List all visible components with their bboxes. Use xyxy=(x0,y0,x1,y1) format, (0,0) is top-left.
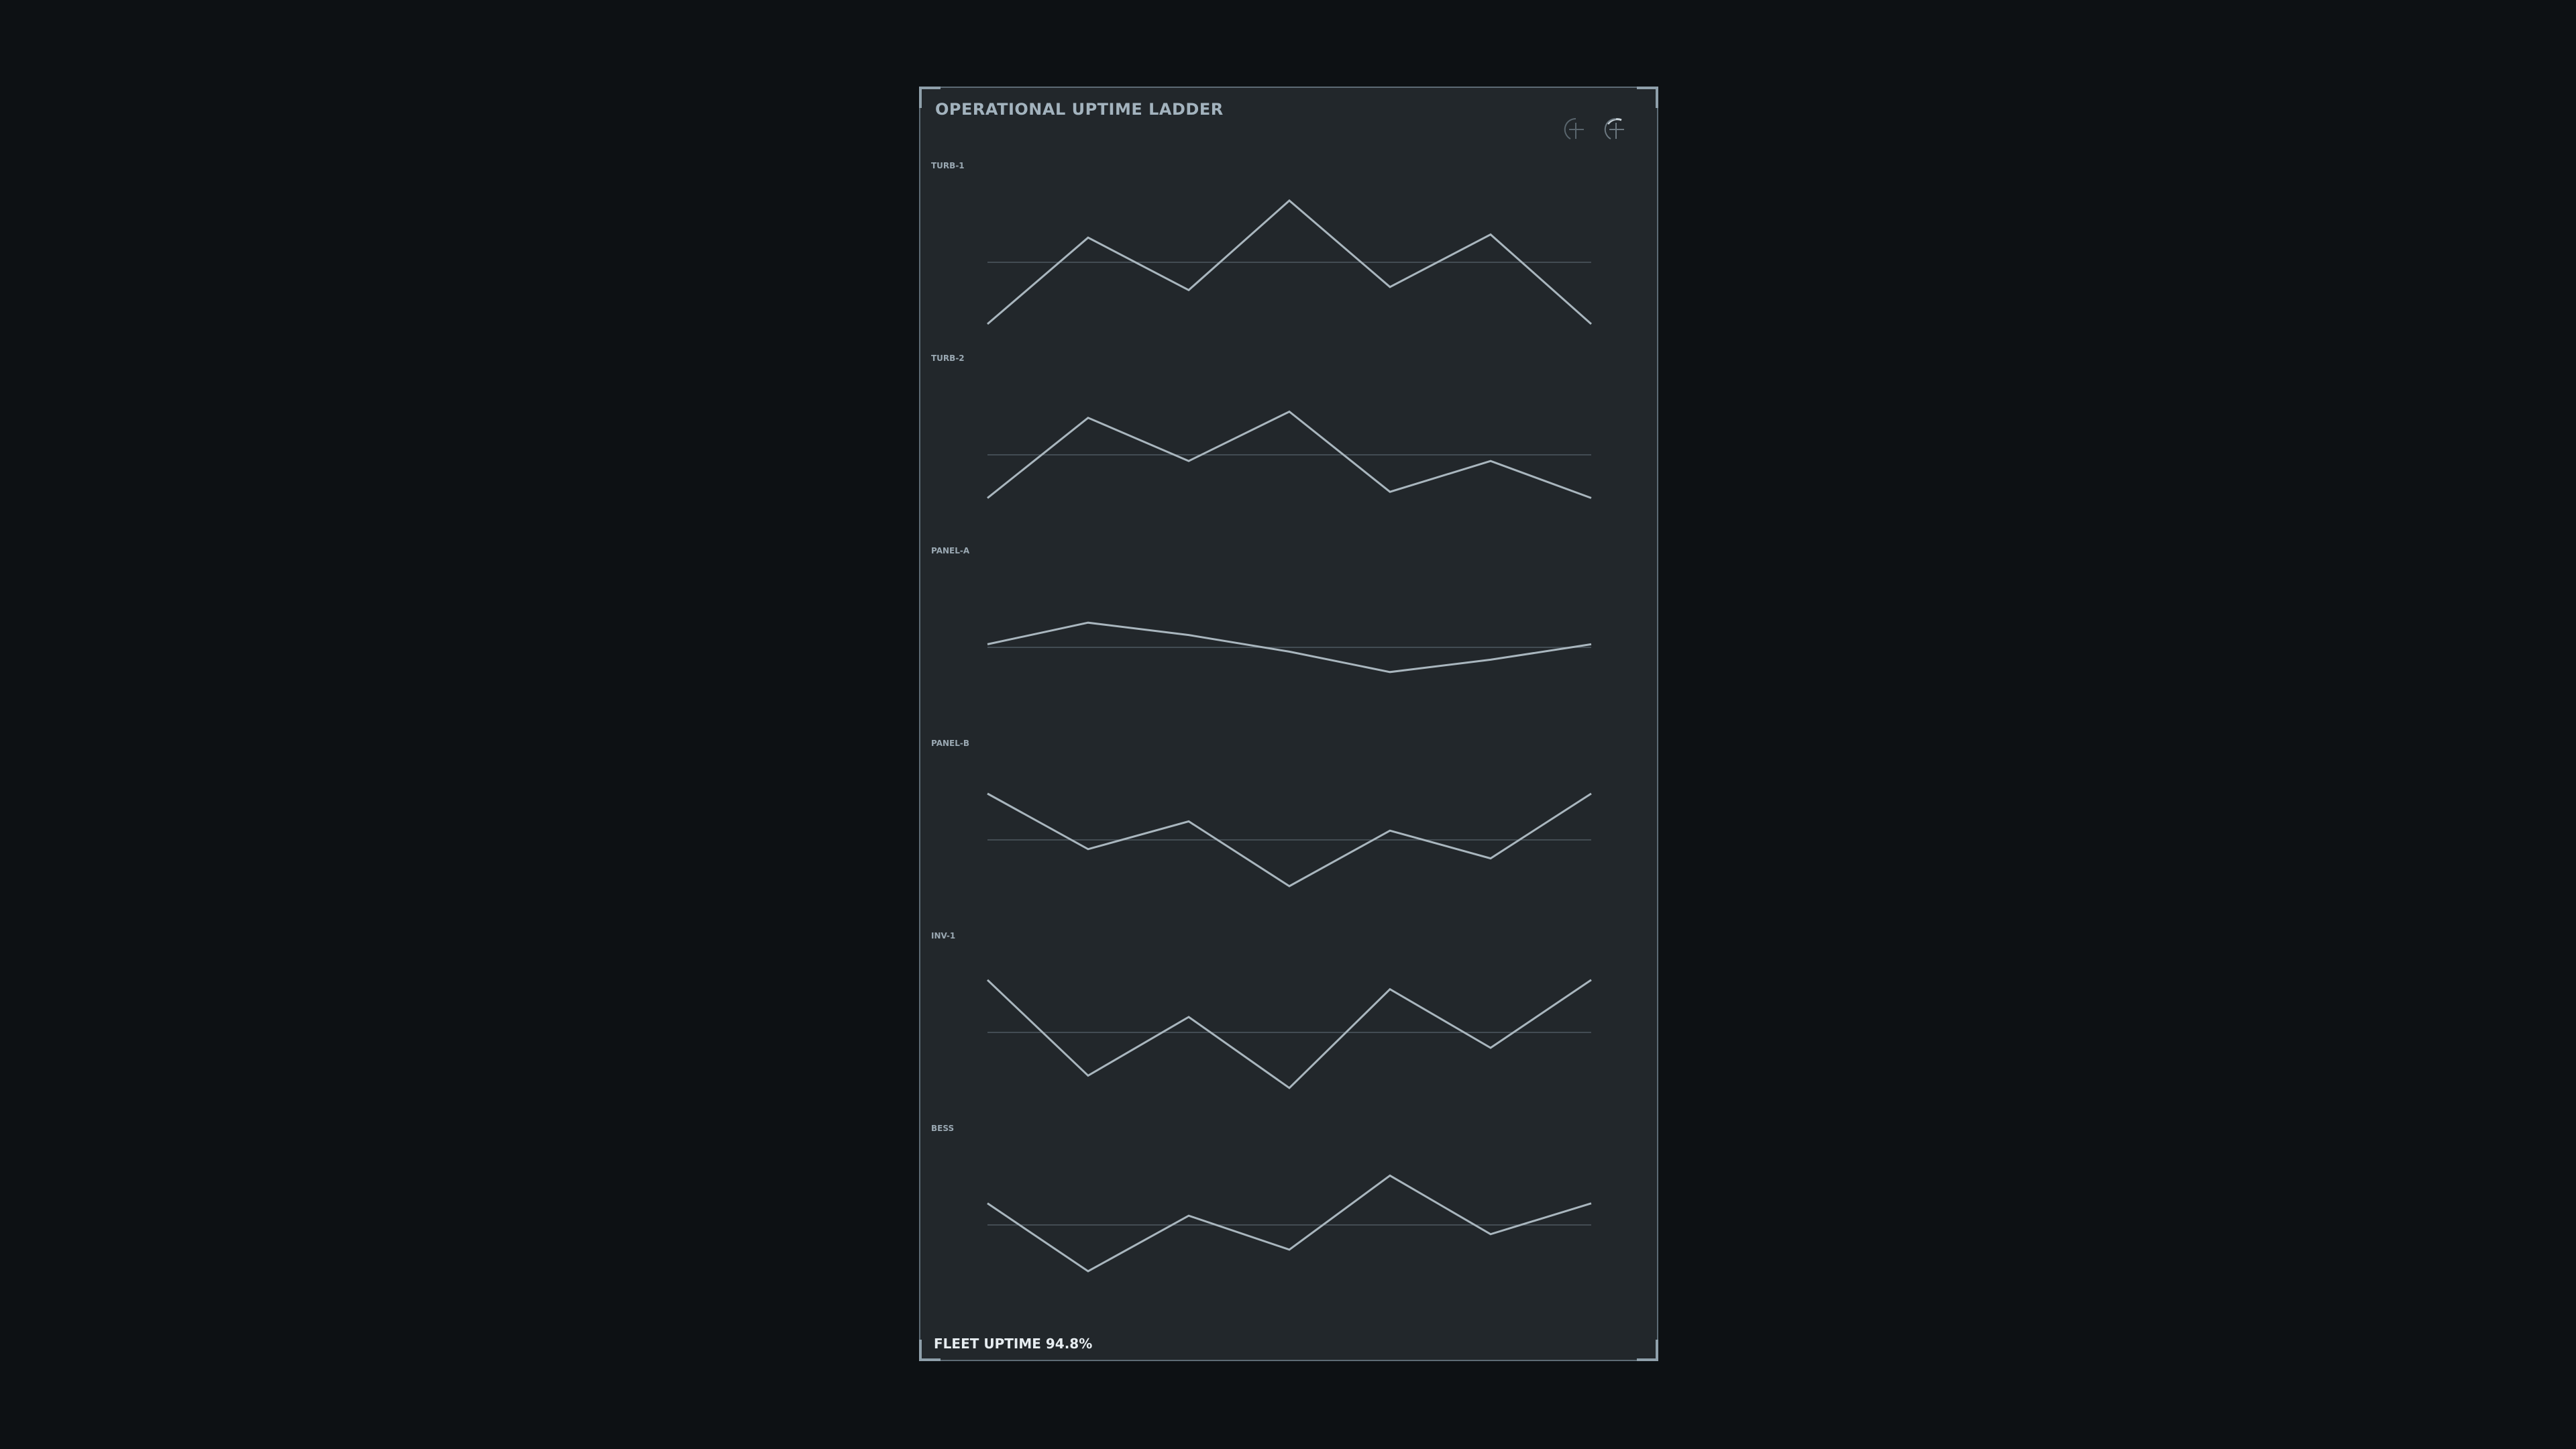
fleet-uptime-value: 94.8% xyxy=(1045,1336,1093,1352)
row-label-turb-1: TURB-1 xyxy=(931,161,965,170)
series-line-bess xyxy=(987,1174,1592,1273)
row-label-panel-b: PANEL-B xyxy=(931,739,969,748)
fleet-uptime-footer: FLEET UPTIME 94.8% xyxy=(934,1336,1092,1352)
corner-bracket-bottom-right xyxy=(1637,1340,1658,1361)
series-line-inv-1 xyxy=(986,979,1592,1089)
chart-panel: OPERATIONAL UPTIME LADDER TURB-1 TURB-2 PA… xyxy=(919,87,1658,1361)
uptime-ladder-chart: TURB-1 TURB-2 PANEL-A PANEL-B INV-1 BESS xyxy=(931,161,1592,1273)
row-label-inv-1: INV-1 xyxy=(931,931,955,941)
fleet-uptime-label: FLEET UPTIME xyxy=(934,1336,1041,1352)
row-label-bess: BESS xyxy=(931,1124,954,1133)
row-label-turb-2: TURB-2 xyxy=(931,354,965,363)
row-label-panel-a: PANEL-A xyxy=(931,546,970,555)
